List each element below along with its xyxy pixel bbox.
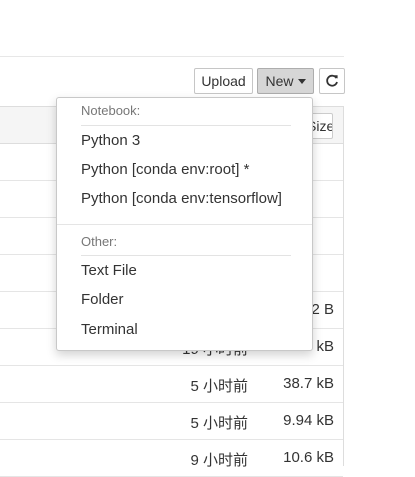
upload-button[interactable]: Upload [194,68,253,94]
notebook-section-header: Notebook: [81,103,141,118]
file-size: 2 B [311,301,334,318]
menu-item-terminal[interactable]: Terminal [81,321,138,338]
new-dropdown-menu: Notebook: Python 3 Python [conda env:roo… [56,97,313,351]
new-dropdown-button[interactable]: New [257,68,314,94]
menu-item-text-file[interactable]: Text File [81,262,137,279]
modified-time: 5 小时前 [190,415,248,432]
file-size: 38.7 kB [283,375,334,392]
refresh-icon [326,74,338,87]
table-row[interactable]: 5 小时前 9.94 kB [0,403,343,440]
other-section-header: Other: [81,234,118,249]
menu-divider [57,224,312,225]
menu-item-conda-root[interactable]: Python [conda env:root] * [81,161,249,178]
table-row[interactable]: 9 小时前 10.6 kB [0,440,343,477]
table-row[interactable]: 5 小时前 38.7 kB [0,366,343,403]
section-underline [81,125,291,126]
top-divider [0,56,344,57]
modified-time: 5 小时前 [190,378,248,395]
menu-item-python3[interactable]: Python 3 [81,132,140,149]
new-button-label: New [265,73,294,89]
menu-item-conda-tensorflow[interactable]: Python [conda env:tensorflow] [81,190,282,207]
caret-down-icon [297,79,306,84]
menu-item-folder[interactable]: Folder [81,291,124,308]
refresh-button[interactable] [319,68,345,94]
file-size: 10.6 kB [283,449,334,466]
section-underline [81,255,291,256]
modified-time: 9 小时前 [190,452,248,469]
file-size: 9.94 kB [283,412,334,429]
